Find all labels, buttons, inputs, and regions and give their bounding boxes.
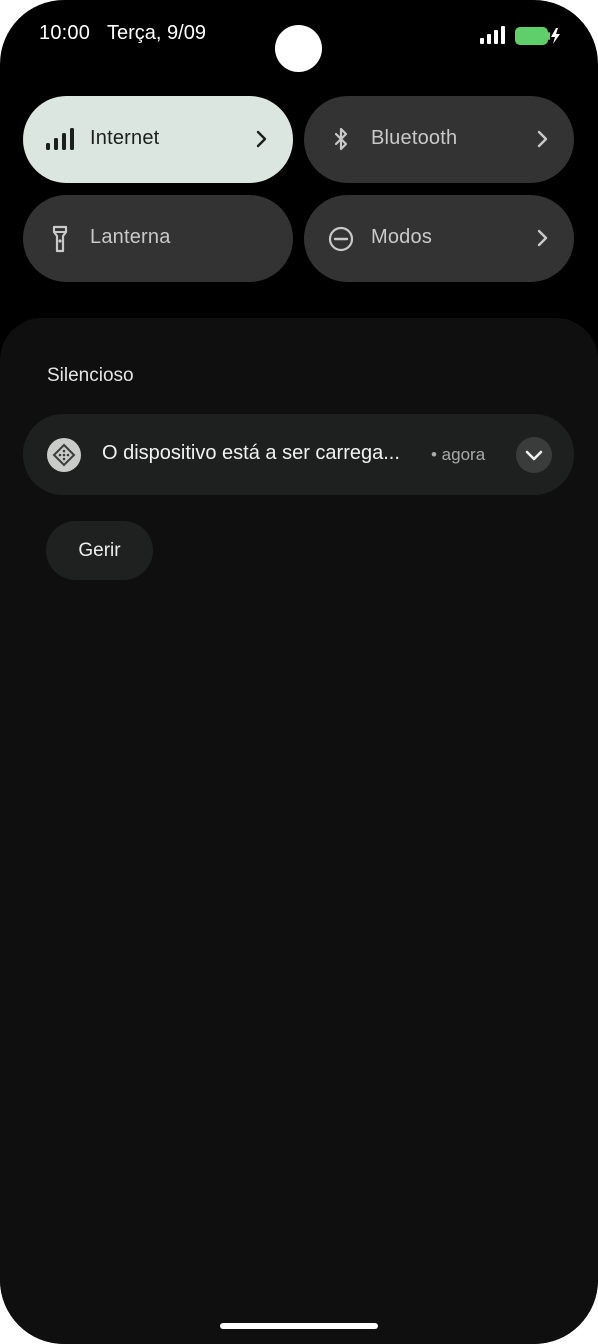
status-time: 10:00 <box>39 22 91 44</box>
camera-cutout <box>275 25 322 72</box>
status-bar: 10:00 Terça, 9/09 <box>0 0 598 72</box>
tile-flashlight[interactable]: Lanterna <box>23 195 293 282</box>
cell-signal-icon <box>480 26 505 44</box>
flashlight-icon <box>52 225 68 253</box>
do-not-disturb-icon <box>328 226 354 252</box>
charging-app-icon <box>47 438 81 472</box>
chevron-down-icon <box>525 450 543 461</box>
phone-screen: 10:00 Terça, 9/09 Internet Bluetooth Lan… <box>0 0 598 1344</box>
status-date: Terça, 9/09 <box>107 22 206 44</box>
section-title-silent: Silencioso <box>47 365 134 386</box>
chevron-right-icon <box>537 130 548 148</box>
tile-internet[interactable]: Internet <box>23 96 293 183</box>
notification-time: • agora <box>431 445 486 464</box>
bluetooth-icon <box>334 127 348 151</box>
notification-title: O dispositivo está a ser carrega... <box>102 442 400 464</box>
notification-card[interactable]: O dispositivo está a ser carrega... • ag… <box>23 414 574 495</box>
tile-bluetooth[interactable]: Bluetooth <box>304 96 574 183</box>
manage-button[interactable]: Gerir <box>46 521 153 580</box>
expand-notification-button[interactable] <box>516 437 552 473</box>
chevron-right-icon <box>256 130 267 148</box>
battery-charging-icon <box>515 27 560 45</box>
tile-modes[interactable]: Modos <box>304 195 574 282</box>
signal-bars-icon <box>46 128 74 150</box>
chevron-right-icon <box>537 229 548 247</box>
charging-app-glyph <box>52 443 76 467</box>
home-indicator[interactable] <box>220 1323 378 1329</box>
tile-modes-label: Modos <box>371 226 433 248</box>
tile-flashlight-label: Lanterna <box>90 226 171 248</box>
tile-bluetooth-label: Bluetooth <box>371 127 458 149</box>
tile-internet-label: Internet <box>90 127 160 149</box>
